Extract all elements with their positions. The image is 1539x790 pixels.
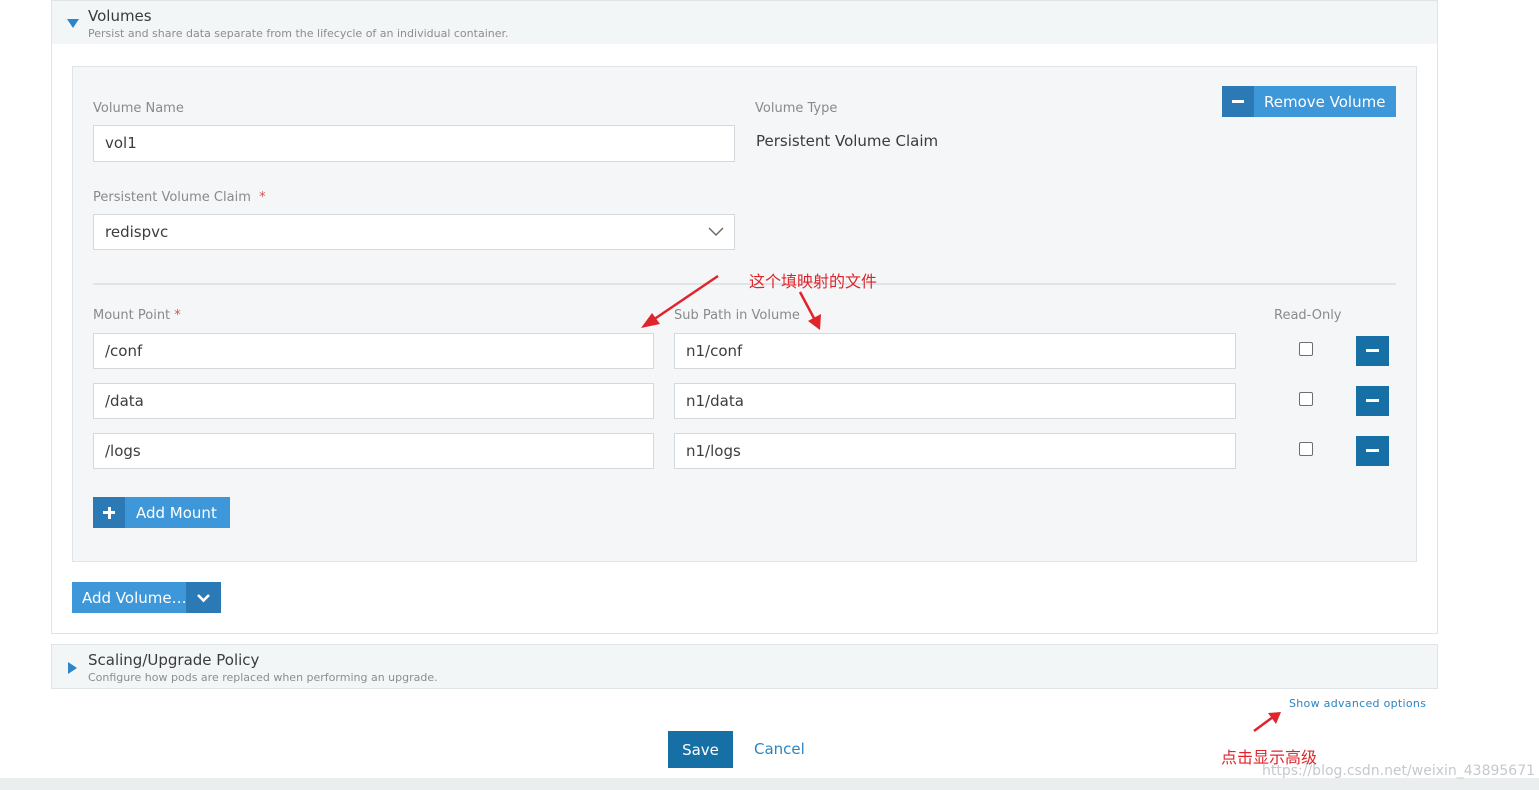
mount-point-input[interactable]: /data	[93, 383, 654, 419]
read-only-checkbox[interactable]	[1299, 442, 1313, 456]
volume-name-input[interactable]: vol1	[93, 125, 735, 162]
required-marker: *	[174, 308, 181, 323]
pvc-label: Persistent Volume Claim *	[93, 190, 266, 205]
add-mount-button[interactable]: Add Mount	[93, 497, 230, 528]
expand-triangle-icon[interactable]	[68, 662, 77, 674]
pvc-select[interactable]: redispvc	[93, 214, 735, 250]
scaling-section-header[interactable]: Scaling/Upgrade Policy Configure how pod…	[51, 644, 1438, 689]
save-button[interactable]: Save	[668, 731, 733, 768]
remove-mount-button[interactable]	[1356, 386, 1389, 416]
volume-type-label: Volume Type	[755, 101, 838, 116]
mount-point-input[interactable]: /logs	[93, 433, 654, 469]
read-only-header: Read-Only	[1274, 308, 1342, 323]
required-marker: *	[259, 190, 266, 205]
watermark: https://blog.csdn.net/weixin_43895671	[1262, 763, 1536, 779]
volumes-description: Persist and share data separate from the…	[88, 27, 509, 40]
mapping-annotation: 这个填映射的文件	[749, 272, 878, 291]
volumes-section-header[interactable]: Volumes Persist and share data separate …	[51, 0, 1438, 45]
collapse-triangle-icon[interactable]	[67, 19, 79, 28]
cancel-link[interactable]: Cancel	[754, 740, 805, 758]
show-advanced-options-link[interactable]: Show advanced options	[1289, 697, 1426, 710]
chevron-down-icon	[708, 227, 724, 237]
pvc-select-value: redispvc	[105, 223, 169, 241]
volume-type-value: Persistent Volume Claim	[756, 132, 939, 150]
read-only-checkbox[interactable]	[1299, 342, 1313, 356]
remove-mount-button[interactable]	[1356, 436, 1389, 466]
minus-icon	[1222, 86, 1254, 117]
sub-path-input[interactable]: n1/logs	[674, 433, 1236, 469]
add-volume-label: Add Volume…	[82, 588, 186, 607]
remove-volume-button[interactable]: Remove Volume	[1222, 86, 1396, 117]
mount-point-input[interactable]: /conf	[93, 333, 654, 369]
chevron-down-icon	[197, 594, 210, 603]
pvc-label-text: Persistent Volume Claim	[93, 190, 251, 205]
plus-icon	[93, 497, 125, 528]
sub-path-input[interactable]: n1/conf	[674, 333, 1236, 369]
scaling-title: Scaling/Upgrade Policy	[88, 651, 260, 669]
volumes-title: Volumes	[88, 7, 152, 25]
volume-name-label: Volume Name	[93, 101, 184, 116]
mount-point-header: Mount Point *	[93, 308, 181, 323]
read-only-checkbox[interactable]	[1299, 392, 1313, 406]
scaling-description: Configure how pods are replaced when per…	[88, 671, 438, 684]
add-volume-button[interactable]: Add Volume…	[72, 582, 221, 613]
remove-volume-label: Remove Volume	[1264, 92, 1386, 111]
mount-point-header-text: Mount Point	[93, 308, 171, 323]
page-footer-bar	[0, 778, 1539, 790]
add-mount-label: Add Mount	[136, 503, 217, 522]
sub-path-header: Sub Path in Volume	[674, 308, 800, 323]
section-divider	[93, 283, 1396, 285]
remove-mount-button[interactable]	[1356, 336, 1389, 366]
add-volume-dropdown-toggle[interactable]	[186, 582, 221, 613]
sub-path-input[interactable]: n1/data	[674, 383, 1236, 419]
